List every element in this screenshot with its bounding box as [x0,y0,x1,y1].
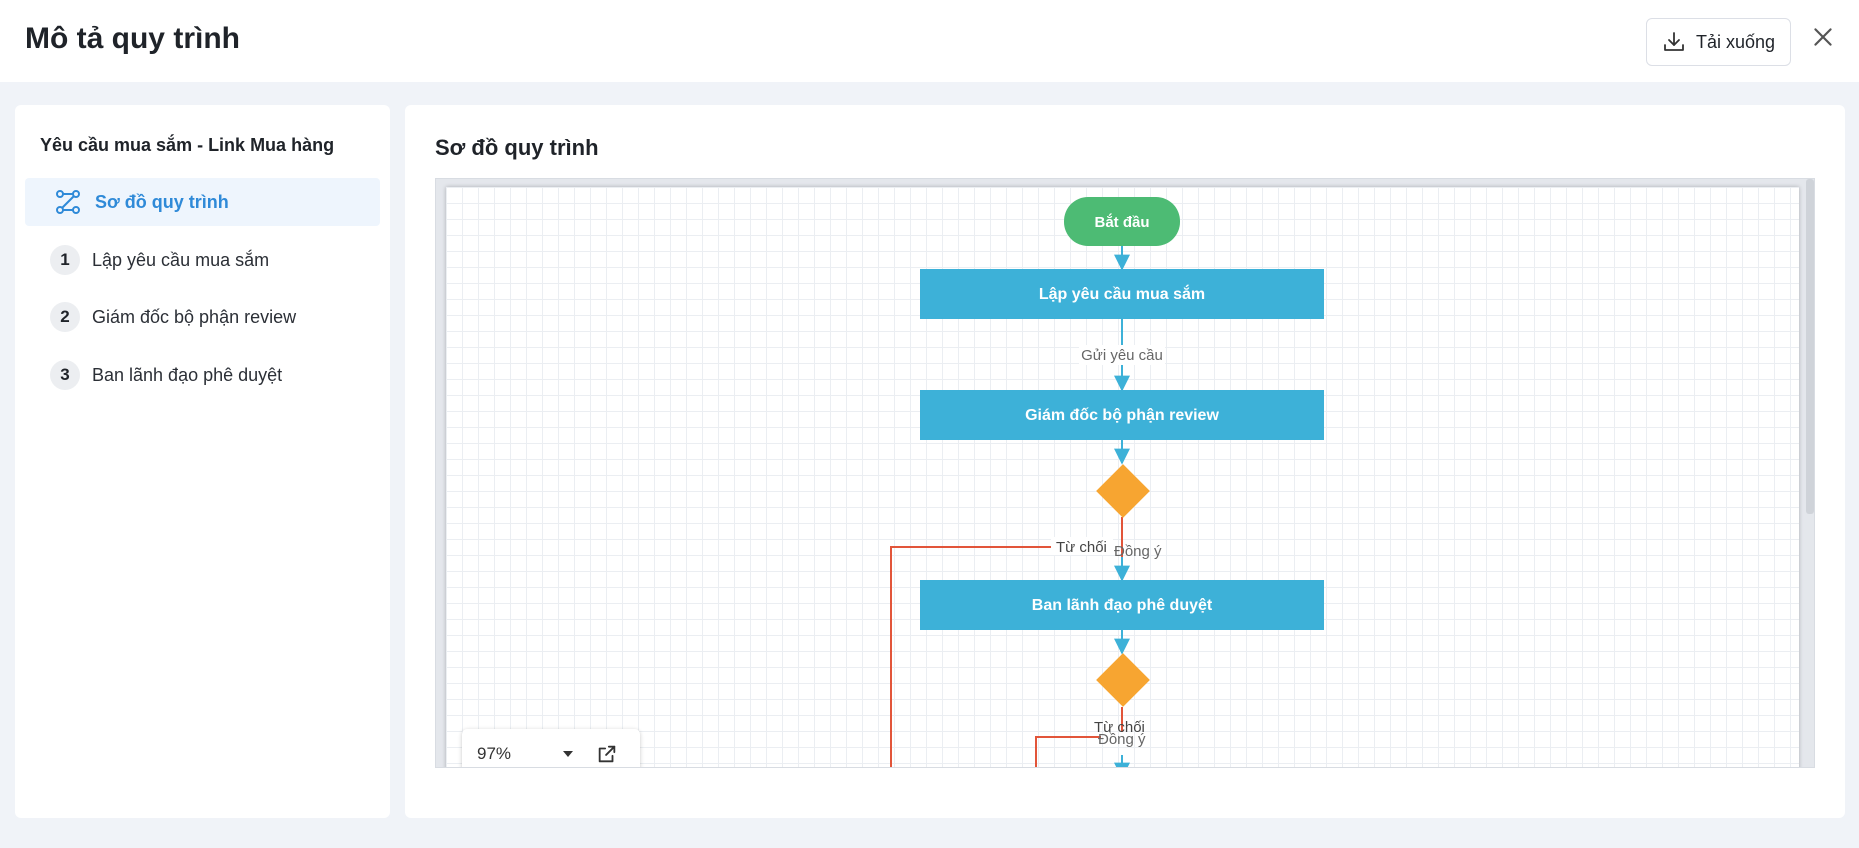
diagram-canvas[interactable]: Bắt đầu Lập yêu cầu mua sắm Gửi yêu cầu … [446,187,1799,767]
sidebar-item-diagram[interactable]: Sơ đồ quy trình [25,178,380,226]
zoom-control: 97% [462,729,640,767]
edge-label-send: Gửi yêu cầu [1081,347,1163,364]
step-number: 1 [50,245,80,275]
edge-label-reject-2: Từ chối [1094,719,1145,736]
download-label: Tải xuống [1695,31,1776,52]
decision-node-1 [1096,464,1150,518]
export-icon[interactable] [596,743,618,765]
reject-line-2 [1035,736,1101,767]
vertical-scrollbar[interactable] [1806,179,1814,514]
step-number: 3 [50,360,80,390]
sidebar-item-label: Giám đốc bộ phận review [92,306,297,327]
sidebar-item-step-3[interactable]: 3 Ban lãnh đạo phê duyệt [50,359,282,391]
page-title: Mô tả quy trình [25,22,240,55]
download-icon [1664,32,1684,51]
download-button[interactable]: Tải xuống [1646,18,1791,66]
workflow-icon [56,190,80,214]
zoom-value[interactable]: 97% [477,744,557,764]
decision-node-2 [1096,653,1150,707]
sidebar-item-step-2[interactable]: 2 Giám đốc bộ phận review [50,301,296,333]
task-node-label: Ban lãnh đạo phê duyệt [1032,597,1213,614]
sidebar: Yêu cầu mua sắm - Link Mua hàng Sơ đồ qu… [15,105,390,818]
step-number: 2 [50,302,80,332]
main-panel: Sơ đồ quy trình Bắt đầu Lập yêu cầu mua … [405,105,1845,818]
header: Mô tả quy trình Tải xuống [0,0,1859,82]
task-node-label: Lập yêu cầu mua sắm [1039,284,1205,303]
sidebar-item-label: Ban lãnh đạo phê duyệt [92,364,283,385]
sidebar-item-label: Sơ đồ quy trình [95,191,229,212]
section-title: Sơ đồ quy trình [435,135,599,160]
task-node-label: Giám đốc bộ phận review [1025,407,1219,424]
start-node-label: Bắt đầu [1094,213,1149,231]
edge-label-reject: Từ chối [1056,539,1107,556]
edge-label-agree: Đồng ý [1114,543,1162,560]
flowchart: Bắt đầu Lập yêu cầu mua sắm Gửi yêu cầu … [890,197,1324,767]
sidebar-item-step-1[interactable]: 1 Lập yêu cầu mua sắm [50,244,269,276]
sidebar-item-label: Lập yêu cầu mua sắm [92,249,270,270]
close-icon[interactable] [1810,24,1836,50]
diagram-viewport[interactable]: Bắt đầu Lập yêu cầu mua sắm Gửi yêu cầu … [435,178,1815,768]
process-name: Yêu cầu mua sắm - Link Mua hàng [40,135,335,155]
chevron-down-icon[interactable] [562,750,574,758]
